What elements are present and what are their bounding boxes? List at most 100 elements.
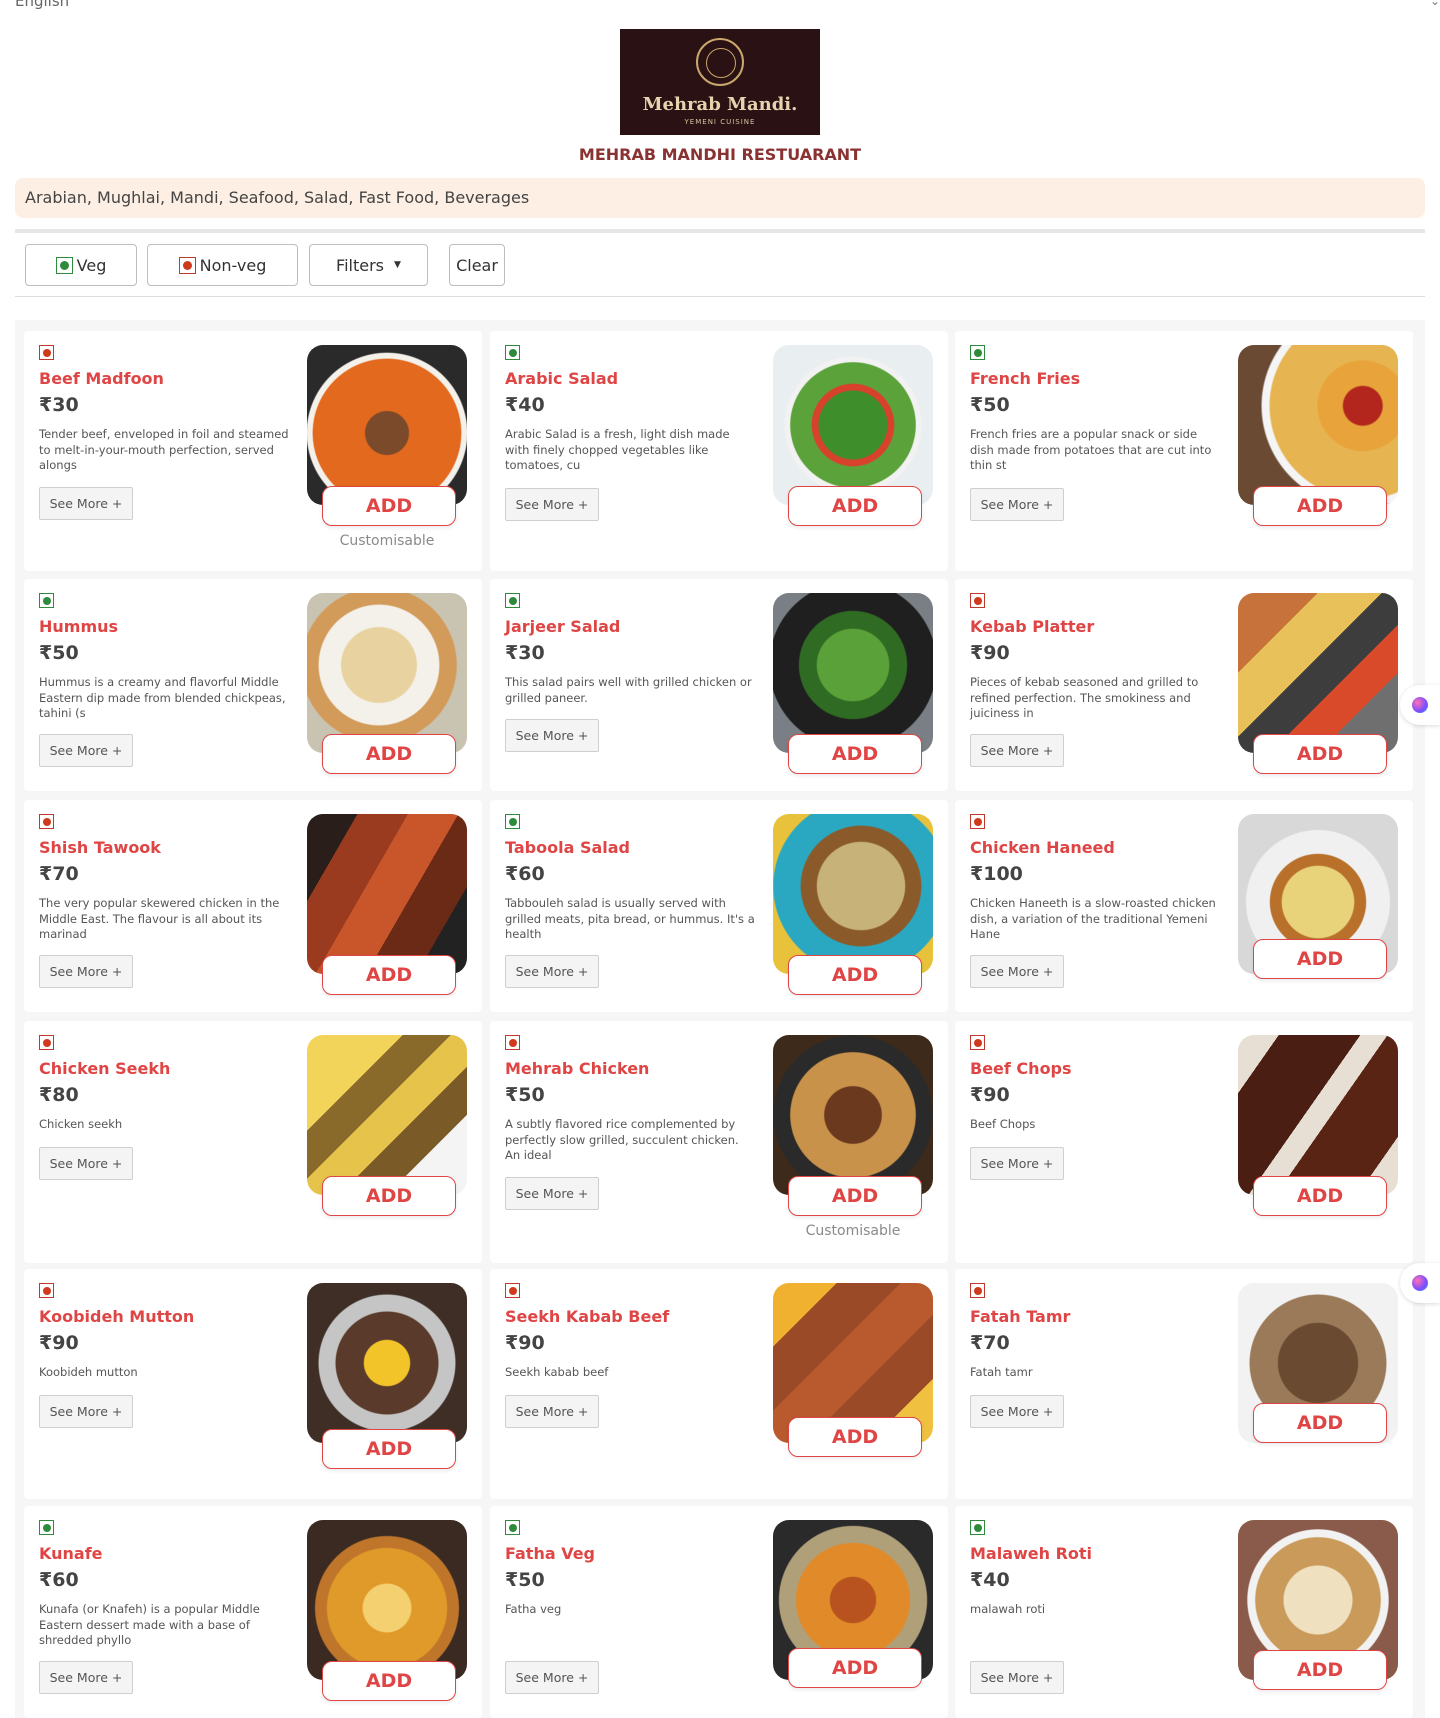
food-image[interactable] [773,814,933,974]
add-button[interactable]: ADD [1253,1403,1387,1443]
menu-item-card[interactable]: Fatha Veg ₹50 Fatha veg See More + ADD [490,1506,948,1718]
add-button[interactable]: ADD [322,1429,456,1469]
add-button[interactable]: ADD [788,1417,922,1457]
filters-dropdown-button[interactable]: Filters ▼ [309,244,428,286]
menu-item-card[interactable]: Fatah Tamr ₹70 Fatah tamr See More + ADD [955,1269,1413,1499]
see-more-button[interactable]: See More + [39,1395,133,1428]
food-image[interactable] [773,345,933,505]
see-more-button[interactable]: See More + [505,955,599,988]
menu-item-card[interactable]: Koobideh Mutton ₹90 Koobideh mutton See … [24,1269,482,1499]
add-button[interactable]: ADD [788,1176,922,1216]
language-select[interactable]: English [15,0,69,10]
menu-item-card[interactable]: Taboola Salad ₹60 Tabbouleh salad is usu… [490,800,948,1012]
menu-item-card[interactable]: Beef Madfoon ₹30 Tender beef, enveloped … [24,331,482,571]
see-more-button[interactable]: See More + [39,955,133,988]
menu-item-card[interactable]: Kebab Platter ₹90 Pieces of kebab season… [955,579,1413,791]
food-image[interactable] [773,1035,933,1195]
item-name[interactable]: French Fries [970,369,1080,388]
item-name[interactable]: Hummus [39,617,118,636]
add-button[interactable]: ADD [1253,486,1387,526]
food-image[interactable] [1238,593,1398,753]
see-more-button[interactable]: See More + [39,487,133,520]
see-more-button[interactable]: See More + [505,1661,599,1694]
item-name[interactable]: Malaweh Roti [970,1544,1092,1563]
see-more-button[interactable]: See More + [505,488,599,521]
item-name[interactable]: Shish Tawook [39,838,161,857]
menu-item-card[interactable]: Chicken Haneed ₹100 Chicken Haneeth is a… [955,800,1413,1012]
see-more-button[interactable]: See More + [39,734,133,767]
veg-filter-button[interactable]: Veg [25,244,137,286]
add-button[interactable]: ADD [322,1661,456,1701]
item-price: ₹90 [505,1332,545,1354]
item-description: Chicken Haneeth is a slow-roasted chicke… [970,896,1216,941]
food-image[interactable] [773,593,933,753]
add-button[interactable]: ADD [1253,1176,1387,1216]
add-button[interactable]: ADD [322,734,456,774]
item-name[interactable]: Arabic Salad [505,369,618,388]
add-button[interactable]: ADD [788,1648,922,1688]
chevron-down-icon[interactable]: ⌄ [1430,0,1440,8]
menu-item-card[interactable]: Kunafe ₹60 Kunafa (or Knafeh) is a popul… [24,1506,482,1718]
menu-item-card[interactable]: Jarjeer Salad ₹30 This salad pairs well … [490,579,948,791]
food-image[interactable] [1238,345,1398,505]
menu-item-card[interactable]: Chicken Seekh ₹80 Chicken seekh See More… [24,1021,482,1263]
item-name[interactable]: Koobideh Mutton [39,1307,194,1326]
menu-item-card[interactable]: Hummus ₹50 Hummus is a creamy and flavor… [24,579,482,791]
see-more-button[interactable]: See More + [970,1661,1064,1694]
add-button[interactable]: ADD [1253,1650,1387,1690]
assistant-icon[interactable] [1400,1263,1440,1303]
menu-item-card[interactable]: Shish Tawook ₹70 The very popular skewer… [24,800,482,1012]
menu-item-card[interactable]: Mehrab Chicken ₹50 A subtly flavored ric… [490,1021,948,1263]
food-image[interactable] [307,1283,467,1443]
nonveg-filter-button[interactable]: Non-veg [147,244,298,286]
menu-item-card[interactable]: French Fries ₹50 French fries are a popu… [955,331,1413,571]
add-button[interactable]: ADD [788,955,922,995]
see-more-button[interactable]: See More + [505,1395,599,1428]
food-image[interactable] [307,1035,467,1195]
see-more-button[interactable]: See More + [970,955,1064,988]
see-more-button[interactable]: See More + [39,1147,133,1180]
see-more-button[interactable]: See More + [39,1661,133,1694]
add-button[interactable]: ADD [322,955,456,995]
assistant-icon[interactable] [1400,685,1440,725]
item-name[interactable]: Chicken Haneed [970,838,1115,857]
add-button[interactable]: ADD [322,1176,456,1216]
see-more-button[interactable]: See More + [970,1147,1064,1180]
add-button[interactable]: ADD [1253,734,1387,774]
item-name[interactable]: Chicken Seekh [39,1059,170,1078]
see-more-button[interactable]: See More + [970,1395,1064,1428]
see-more-button[interactable]: See More + [970,488,1064,521]
item-description: A subtly flavored rice complemented by p… [505,1117,739,1162]
see-more-button[interactable]: See More + [505,719,599,752]
add-button[interactable]: ADD [788,486,922,526]
item-name[interactable]: Fatah Tamr [970,1307,1070,1326]
menu-item-card[interactable]: Malaweh Roti ₹40 malawah roti See More +… [955,1506,1413,1718]
see-more-button[interactable]: See More + [505,1177,599,1210]
item-name[interactable]: Kebab Platter [970,617,1094,636]
item-name[interactable]: Jarjeer Salad [505,617,620,636]
item-name[interactable]: Beef Madfoon [39,369,164,388]
menu-item-card[interactable]: Arabic Salad ₹40 Arabic Salad is a fresh… [490,331,948,571]
add-button[interactable]: ADD [788,734,922,774]
veg-icon [505,1520,520,1535]
food-image[interactable] [307,593,467,753]
food-image[interactable] [307,345,467,505]
menu-item-card[interactable]: Seekh Kabab Beef ₹90 Seekh kabab beef Se… [490,1269,948,1499]
see-more-button[interactable]: See More + [970,734,1064,767]
menu-item-card[interactable]: Beef Chops ₹90 Beef Chops See More + ADD [955,1021,1413,1263]
clear-button[interactable]: Clear [449,244,505,286]
item-description: Tender beef, enveloped in foil and steam… [39,427,289,472]
add-button[interactable]: ADD [1253,939,1387,979]
food-image[interactable] [1238,1035,1398,1195]
food-image[interactable] [307,1520,467,1680]
veg-icon [55,256,73,274]
add-button[interactable]: ADD [322,486,456,526]
item-name[interactable]: Kunafe [39,1544,103,1563]
item-name[interactable]: Mehrab Chicken [505,1059,649,1078]
item-name[interactable]: Taboola Salad [505,838,630,857]
item-name[interactable]: Beef Chops [970,1059,1072,1078]
food-image[interactable] [307,814,467,974]
item-name[interactable]: Fatha Veg [505,1544,595,1563]
item-description: Pieces of kebab seasoned and grilled to … [970,675,1199,720]
item-name[interactable]: Seekh Kabab Beef [505,1307,669,1326]
